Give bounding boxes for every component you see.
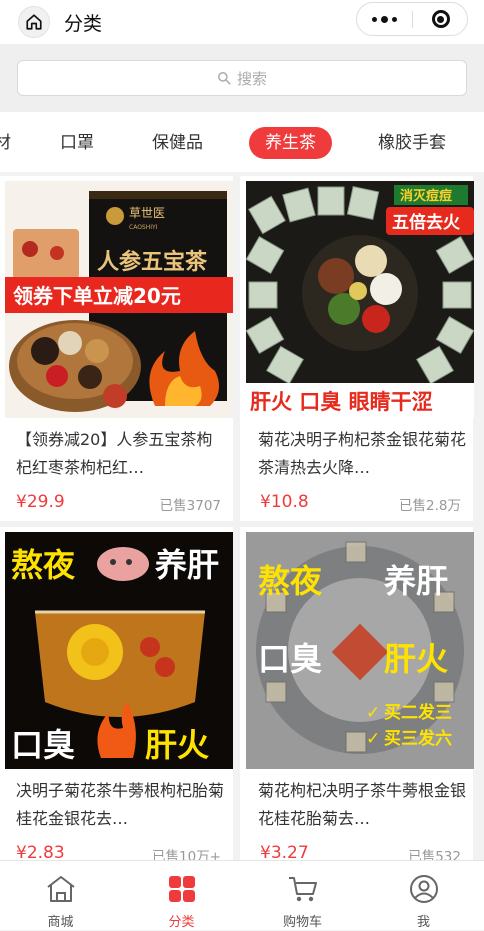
product-price: ¥29.9 <box>16 492 65 512</box>
sold-count: 已售10万+ <box>152 849 221 860</box>
img-text-liver: 养肝 <box>155 546 219 584</box>
nav-store[interactable]: 商城 <box>0 861 121 931</box>
home-button[interactable] <box>18 6 50 38</box>
promo-buy3: 买三发六 <box>384 728 452 749</box>
capsule-close-icon <box>431 10 450 28</box>
product-image: 消灭痘痘 五倍去火 肝火 口臭 眼睛干涩 <box>246 181 474 418</box>
search-input[interactable]: 搜索 <box>17 60 467 96</box>
promo-banner-text: 领券下单立减20元 <box>13 284 181 308</box>
product-title: 菊花枸杞决明子茶牛蒡根金银花桂花胎菊去… <box>258 781 467 828</box>
mini-program-capsule <box>356 2 468 36</box>
product-grid: 草世医 CAOSHIYI 人参五宝茶 领券下单立减20元 【领券减20】人参五宝… <box>0 176 484 860</box>
search-placeholder: 搜索 <box>236 69 267 88</box>
product-image: 熬夜 养肝 口臭 肝火 <box>5 532 233 769</box>
user-icon <box>410 875 438 903</box>
tab-masks[interactable]: 口罩 <box>60 128 94 158</box>
product-image: 熬夜 养肝 口臭 肝火 ✓ 买二发三 ✓ 买三发六 <box>246 532 474 769</box>
category-tabs: 材 口罩 保健品 养生茶 橡胶手套 <box>0 112 484 172</box>
nav-cart[interactable]: 购物车 <box>242 861 363 931</box>
nav-label: 我 <box>416 915 430 930</box>
store-icon <box>47 876 75 902</box>
svg-text:✓: ✓ <box>366 703 380 723</box>
product-title: 决明子菊花茶牛蒡根枸杞胎菊桂花金银花去… <box>16 781 225 828</box>
sold-count: 已售532 <box>408 849 461 860</box>
home-icon <box>26 14 42 30</box>
tab-rubber-gloves[interactable]: 橡胶手套 <box>378 128 446 158</box>
cart-icon <box>289 877 317 902</box>
tab-health-products[interactable]: 保健品 <box>152 128 203 158</box>
img-text-stayup: 熬夜 <box>11 546 76 584</box>
img-text-liver: 养肝 <box>384 562 448 600</box>
bottom-claims: 肝火 口臭 眼睛干涩 <box>250 390 433 414</box>
product-title: 【领券减20】人参五宝茶枸杞红枣茶枸杞红… <box>16 430 213 477</box>
box-title: 人参五宝茶 <box>97 249 208 275</box>
sold-count: 已售2.8万 <box>399 498 461 514</box>
tag-heat: 五倍去火 <box>392 212 461 233</box>
product-price: ¥3.27 <box>260 843 309 860</box>
capsule-close-button[interactable] <box>413 3 468 35</box>
top-bar: 分类 <box>0 0 484 44</box>
more-dots-icon[interactable] <box>357 3 412 35</box>
product-card[interactable]: 消灭痘痘 五倍去火 肝火 口臭 眼睛干涩 菊花决明子枸杞茶金银花菊花茶清热去火降… <box>240 176 474 521</box>
box-brand-en: CAOSHIYI <box>129 224 158 231</box>
search-icon <box>218 72 231 85</box>
page-title: 分类 <box>64 13 103 35</box>
nav-category[interactable]: 分类 <box>121 861 242 931</box>
img-text-breath: 口臭 <box>11 726 75 764</box>
nav-label: 商城 <box>47 915 74 930</box>
img-text-breath: 口臭 <box>258 640 322 678</box>
product-card[interactable]: 熬夜 养肝 口臭 肝火 ✓ 买二发三 ✓ 买三发六 菊花枸杞决明子茶牛蒡根金银花… <box>240 527 474 860</box>
product-card[interactable]: 草世医 CAOSHIYI 人参五宝茶 领券下单立减20元 【领券减20】人参五宝… <box>0 176 233 521</box>
tab-partial[interactable]: 材 <box>0 128 11 158</box>
product-card[interactable]: 熬夜 养肝 口臭 肝火 决明子菊花茶牛蒡根枸杞胎菊桂花金银花去… ¥2.83 已… <box>0 527 233 860</box>
box-brand: 草世医 <box>129 206 165 220</box>
product-price: ¥10.8 <box>260 492 309 512</box>
nav-profile[interactable]: 我 <box>363 861 484 931</box>
category-grid-icon <box>169 876 195 902</box>
bottom-navigation: 商城 分类 购物车 我 <box>0 860 484 930</box>
promo-buy2: 买二发三 <box>384 702 452 723</box>
nav-label: 购物车 <box>282 915 322 930</box>
product-price: ¥2.83 <box>16 843 65 860</box>
tab-herbal-tea[interactable]: 养生茶 <box>249 127 332 159</box>
img-text-stayup: 熬夜 <box>258 562 323 600</box>
product-image: 草世医 CAOSHIYI 人参五宝茶 领券下单立减20元 <box>5 181 233 418</box>
product-title: 菊花决明子枸杞茶金银花菊花茶清热去火降… <box>258 430 467 477</box>
img-text-fire: 肝火 <box>145 726 209 764</box>
tag-acne: 消灭痘痘 <box>400 188 452 204</box>
svg-text:✓: ✓ <box>366 729 380 749</box>
nav-label: 分类 <box>168 915 195 930</box>
sold-count: 已售3707 <box>159 498 221 514</box>
img-text-fire: 肝火 <box>384 640 448 678</box>
search-area: 搜索 <box>0 44 484 112</box>
